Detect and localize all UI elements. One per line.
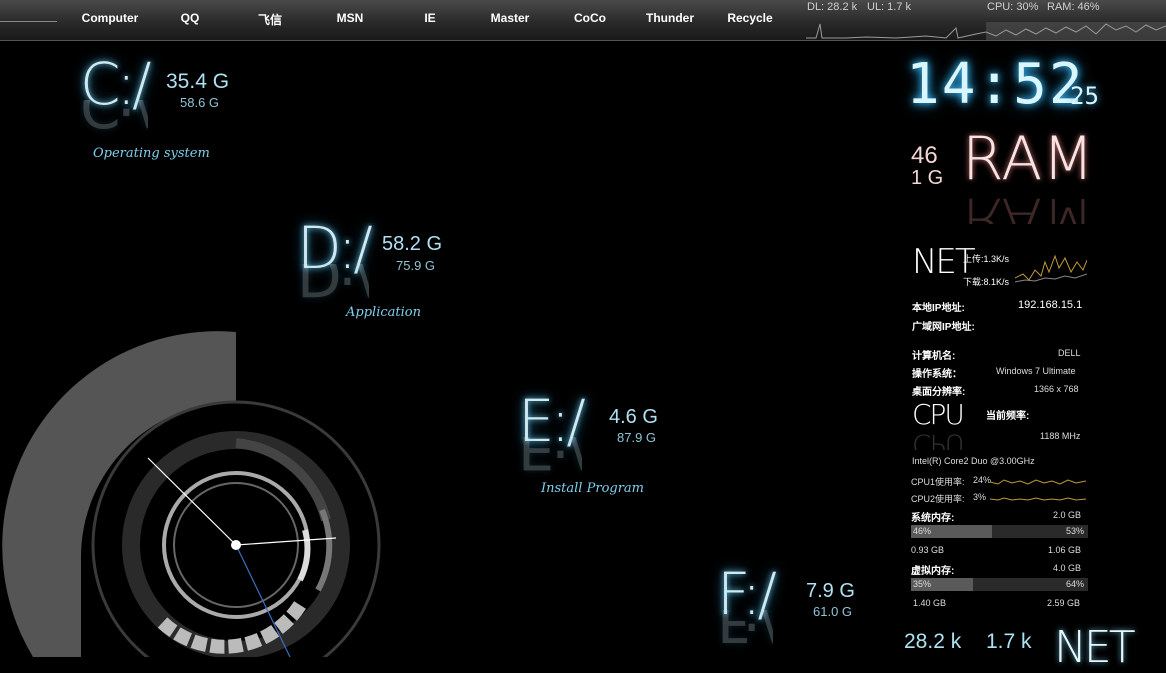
drive-d-reflection: D:/	[297, 264, 369, 309]
memory-used-percent: 46%	[913, 526, 932, 536]
cpu-model: Intel(R) Core2 Duo @3.00GHz	[912, 456, 1035, 466]
os-value: Windows 7 Ultimate	[996, 366, 1076, 376]
virtual-used-percent: 35%	[913, 579, 932, 589]
drive-e-total: 87.9 G	[617, 430, 657, 445]
bottom-net-title: NET	[1054, 622, 1136, 673]
clock-highlight	[297, 529, 311, 582]
drive-c-total: 58.6 G	[180, 95, 220, 110]
memory-label: 系统内存:	[911, 513, 955, 524]
cpu-title: CPU	[912, 398, 965, 431]
computer-name-label: 计算机名:	[912, 351, 956, 362]
upload-speed: UL: 1.7 k	[867, 1, 912, 13]
divider-line	[0, 21, 57, 22]
drive-c-label: Operating system	[93, 146, 210, 161]
virtual-memory-total: 4.0 GB	[1053, 563, 1082, 573]
taskbar-item-coco[interactable]: CoCo	[550, 11, 630, 25]
drive-e-free: 4.6 G	[609, 406, 658, 428]
taskbar-item-msn[interactable]: MSN	[310, 11, 390, 25]
activity-graph	[806, 22, 1166, 40]
taskbar-item-fetion[interactable]: 飞信	[230, 11, 310, 28]
cpu-freq-value: 1188 MHz	[1040, 431, 1081, 441]
memory-total: 2.0 GB	[1053, 510, 1082, 520]
ram-reflection-wrap: RAM	[962, 184, 1092, 224]
net-activity-graph	[1015, 254, 1087, 283]
memory-usage-bar: 46% 53%	[911, 525, 1088, 538]
bottom-upload: 1.7 k	[986, 630, 1032, 653]
virtual-memory-bar: 35% 64%	[911, 578, 1088, 591]
memory-used: 0.93 GB	[911, 545, 945, 555]
drive-d-total: 75.9 G	[396, 258, 436, 273]
drive-d-free: 58.2 G	[382, 233, 443, 255]
drive-c-reflection: C:/	[80, 100, 148, 140]
clock-minute-hand	[147, 457, 237, 546]
taskbar-item-thunder[interactable]: Thunder	[630, 11, 710, 25]
ram-usage: RAM: 46%	[1047, 1, 1100, 13]
analog-clock-widget	[2, 331, 381, 657]
cpu-freq-label: 当前频率:	[986, 411, 1030, 422]
local-ip-label: 本地IP地址:	[912, 303, 965, 314]
virtual-memory-label: 虚拟内存:	[911, 566, 955, 577]
clock-band-segment	[235, 438, 331, 522]
memory-free-percent: 53%	[1065, 526, 1084, 536]
drive-d-label: Application	[346, 305, 421, 320]
resolution-label: 桌面分辨率:	[912, 387, 966, 398]
cpu2-usage-value: 3%	[973, 492, 987, 502]
drive-f-free: 7.9 G	[806, 580, 855, 602]
taskbar-item-ie[interactable]: IE	[390, 11, 470, 25]
memory-free: 1.06 GB	[1048, 545, 1082, 555]
taskbar-item-qq[interactable]: QQ	[150, 11, 230, 25]
digital-clock-time: 14:52	[906, 52, 1085, 117]
net-upload: 上传:1.3K/s	[963, 254, 1010, 264]
drive-f-total: 61.0 G	[813, 604, 853, 619]
ram-reflection: RAM	[962, 184, 1092, 224]
taskbar-item-master[interactable]: Master	[470, 11, 550, 25]
cpu-reflection-wrap: CPU	[912, 428, 972, 450]
bottom-download: 28.2 k	[904, 630, 962, 653]
clock-center	[231, 540, 241, 550]
clock-hour-hand	[235, 537, 337, 546]
ram-percent: 46	[911, 142, 938, 169]
virtual-used: 1.40 GB	[913, 598, 947, 608]
top-taskbar: Computer QQ 飞信 MSN IE Master CoCo Thunde…	[0, 0, 1166, 41]
cpu1-usage-value: 24%	[973, 475, 992, 485]
cpu-reflection: CPU	[912, 428, 963, 450]
drive-e-label: Install Program	[541, 481, 645, 496]
local-ip-value: 192.168.15.1	[1018, 299, 1083, 311]
drive-c-free: 35.4 G	[166, 70, 230, 93]
virtual-free: 2.59 GB	[1047, 598, 1081, 608]
cpu-usage-graph	[990, 479, 1086, 501]
drive-f-reflection: F:/	[717, 610, 773, 655]
net-download: 下载:8.1K/s	[963, 277, 1010, 287]
os-label: 操作系统：	[912, 369, 962, 380]
drive-e-reflection: E:/	[518, 437, 582, 482]
computer-name-value: DELL	[1058, 348, 1081, 358]
cpu1-usage-label: CPU1使用率:	[911, 477, 965, 487]
download-speed: DL: 28.2 k	[807, 1, 858, 13]
taskbar-item-computer[interactable]: Computer	[70, 11, 150, 25]
ram-total: 1 G	[911, 167, 944, 189]
digital-clock-seconds: 25	[1070, 82, 1099, 110]
cpu-usage: CPU: 30%	[987, 1, 1039, 13]
wan-ip-label: 广域网IP地址:	[912, 322, 975, 333]
resolution-value: 1366 x 768	[1034, 384, 1079, 394]
taskbar-item-recycle[interactable]: Recycle	[710, 11, 790, 25]
virtual-free-percent: 64%	[1065, 579, 1084, 589]
cpu2-usage-label: CPU2使用率:	[911, 494, 965, 504]
